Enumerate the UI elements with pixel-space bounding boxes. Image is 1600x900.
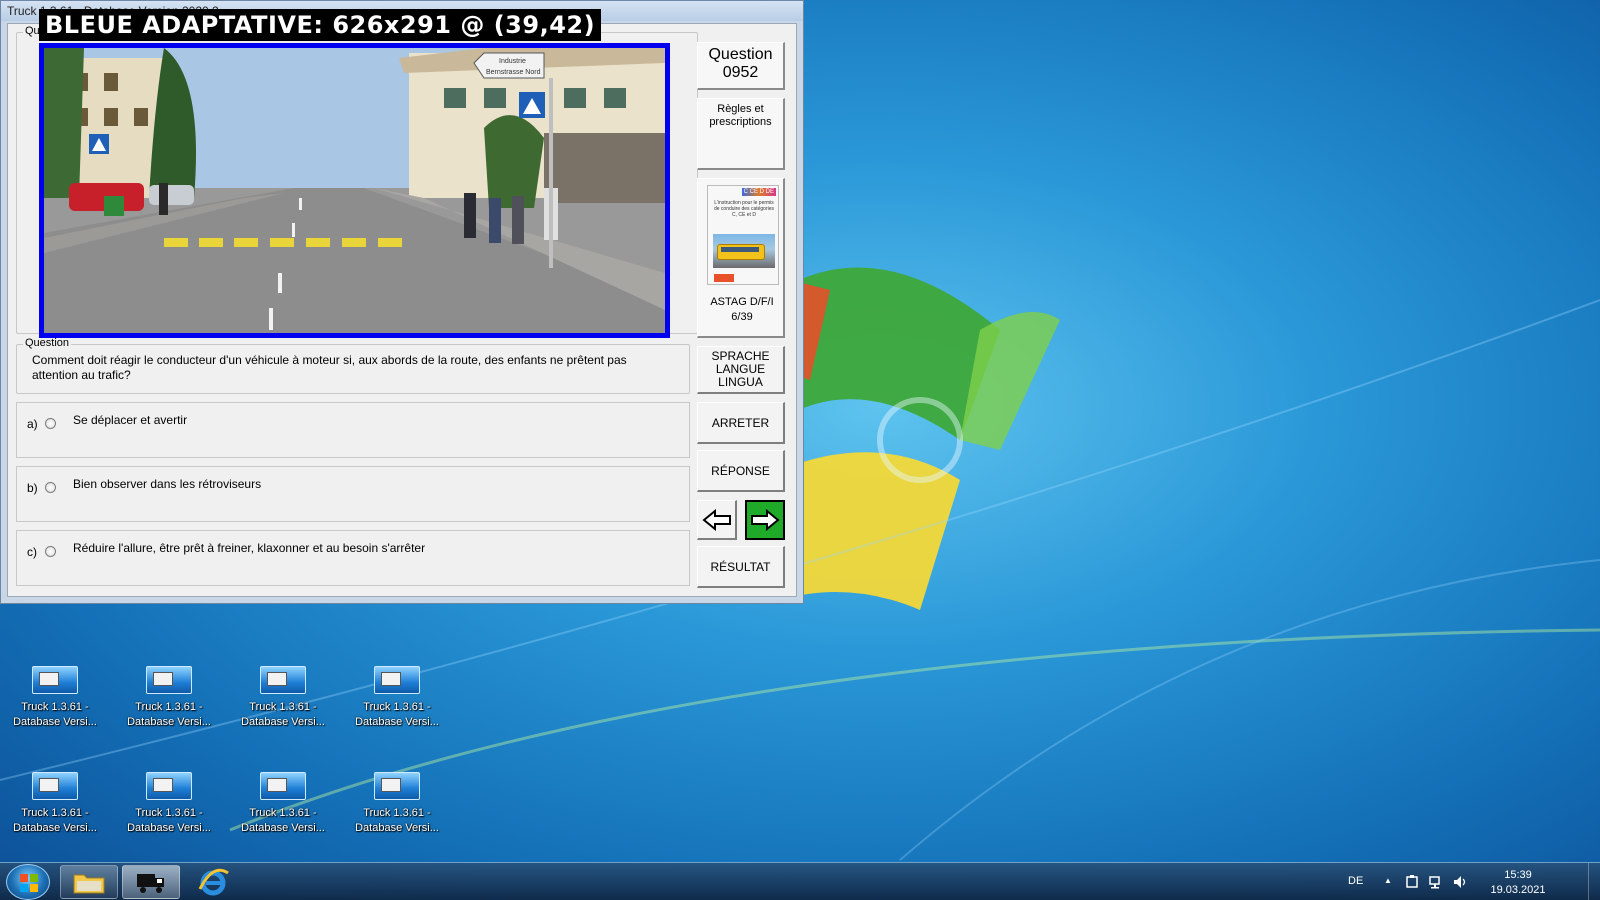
- answer-button[interactable]: RÉPONSE: [697, 450, 785, 492]
- desktop-icon-label-line1: Truck 1.3.61 -: [21, 701, 89, 713]
- truck-app-window: Truck 1.3.61 - Database Version 2020.2 B…: [0, 0, 804, 604]
- system-tray: DE ▲ 15:39 19.03.2021: [1330, 863, 1600, 900]
- desktop-icon-label-line1: Truck 1.3.61 -: [135, 701, 203, 713]
- desktop-icon-truck-database[interactable]: Truck 1.3.61 - Database Versi...: [342, 666, 452, 730]
- truck-app-shortcut-icon: [260, 772, 306, 800]
- language-button[interactable]: SPRACHE LANGUE LINGUA: [697, 346, 785, 394]
- truck-app-shortcut-icon: [146, 772, 192, 800]
- adaptive-overlay-label: BLEUE ADAPTATIVE: 626x291 @ (39,42): [39, 9, 602, 41]
- answer-a-radio[interactable]: [45, 418, 56, 429]
- clock-time: 15:39: [1504, 869, 1532, 881]
- desktop-icon-truck-database[interactable]: Truck 1.3.61 - Database Versi...: [0, 772, 110, 836]
- internet-explorer-icon: [198, 868, 229, 896]
- question-number: 0952: [722, 64, 759, 81]
- desktop-icon-truck-database[interactable]: Truck 1.3.61 - Database Versi...: [228, 666, 338, 730]
- truck-app-shortcut-icon: [32, 772, 78, 800]
- result-button[interactable]: RÉSULTAT: [697, 546, 785, 588]
- desktop-icon-label-line2: Database Versi...: [355, 716, 439, 728]
- arrow-right-icon: [751, 509, 780, 531]
- question-number-label: Question: [708, 46, 773, 63]
- answer-text: Se déplacer et avertir: [73, 413, 188, 427]
- language-label-it: LINGUA: [718, 375, 763, 389]
- truck-app-shortcut-icon: [374, 772, 420, 800]
- desktop-icon-label-line1: Truck 1.3.61 -: [21, 807, 89, 819]
- device-icon[interactable]: [1404, 874, 1420, 890]
- desktop-icon-label-line2: Database Versi...: [13, 822, 97, 834]
- clock[interactable]: 15:39 19.03.2021: [1478, 868, 1558, 898]
- network-icon[interactable]: [1428, 874, 1444, 890]
- publisher-logo: [714, 274, 734, 282]
- truck-app-shortcut-icon: [374, 666, 420, 694]
- desktop-icon-label-line2: Database Versi...: [127, 716, 211, 728]
- previous-button[interactable]: [697, 500, 737, 540]
- street-sign-line1: Industrie: [499, 58, 526, 65]
- clock-date: 19.03.2021: [1490, 884, 1546, 896]
- desktop-icon-label-line2: Database Versi...: [241, 716, 325, 728]
- book-cover-text: L'instruction pour le permis de conduire…: [713, 200, 775, 218]
- folder-icon: [73, 874, 105, 894]
- desktop-icon-label-line2: Database Versi...: [127, 822, 211, 834]
- book-cover-categories: C CE D DE: [741, 188, 776, 196]
- question-photo: Industrie Bernstrasse Nord: [39, 43, 670, 338]
- input-language[interactable]: DE: [1348, 875, 1363, 887]
- answer-letter: a): [27, 417, 38, 431]
- desktop-icon-truck-database[interactable]: Truck 1.3.61 - Database Versi...: [0, 666, 110, 730]
- answer-b[interactable]: b) Bien observer dans les rétroviseurs: [16, 466, 690, 522]
- answer-text: Réduire l'allure, être prêt à freiner, k…: [73, 541, 426, 555]
- street-scene-image: Industrie Bernstrasse Nord: [44, 48, 665, 333]
- answer-c-radio[interactable]: [45, 546, 56, 557]
- category-label: Règles et prescriptions: [709, 103, 772, 128]
- street-sign-line2: Bernstrasse Nord: [486, 69, 541, 76]
- answer-a[interactable]: a) Se déplacer et avertir: [16, 402, 690, 458]
- desktop-icon-truck-database[interactable]: Truck 1.3.61 - Database Versi...: [114, 772, 224, 836]
- truck-app-shortcut-icon: [32, 666, 78, 694]
- truck-app-shortcut-icon: [146, 666, 192, 694]
- desktop-icon-label-line1: Truck 1.3.61 -: [249, 701, 317, 713]
- show-hidden-icons[interactable]: ▲: [1384, 876, 1392, 885]
- desktop-icon-truck-database[interactable]: Truck 1.3.61 - Database Versi...: [114, 666, 224, 730]
- bus-image: [713, 234, 775, 268]
- category-box: Règles et prescriptions: [697, 98, 785, 170]
- question-text-caption: Question: [23, 337, 72, 349]
- answer-letter: c): [27, 545, 37, 559]
- start-button[interactable]: [6, 864, 50, 900]
- answer-b-radio[interactable]: [45, 482, 56, 493]
- desktop-icon-label-line1: Truck 1.3.61 -: [363, 701, 431, 713]
- answer-c[interactable]: c) Réduire l'allure, être prêt à freiner…: [16, 530, 690, 586]
- question-number-box: Question 0952: [697, 42, 785, 90]
- taskbar-truck-app[interactable]: [122, 865, 180, 899]
- desktop-icon-label-line2: Database Versi...: [241, 822, 325, 834]
- answer-text: Bien observer dans les rétroviseurs: [73, 477, 262, 491]
- book-cover: C CE D DE L'instruction pour le permis d…: [707, 185, 779, 285]
- taskbar-internet-explorer[interactable]: [184, 865, 242, 899]
- desktop-icon-label-line1: Truck 1.3.61 -: [363, 807, 431, 819]
- taskbar-explorer[interactable]: [60, 865, 118, 899]
- next-button[interactable]: [745, 500, 785, 540]
- show-desktop-button[interactable]: [1588, 863, 1600, 900]
- taskbar: DE ▲ 15:39 19.03.2021: [0, 862, 1600, 900]
- truck-app-shortcut-icon: [260, 666, 306, 694]
- desktop-icon-label-line1: Truck 1.3.61 -: [249, 807, 317, 819]
- windows-logo-icon: [20, 874, 38, 892]
- desktop-icon-truck-database[interactable]: Truck 1.3.61 - Database Versi...: [228, 772, 338, 836]
- desktop-icon-truck-database[interactable]: Truck 1.3.61 - Database Versi...: [342, 772, 452, 836]
- desktop-icon-label-line2: Database Versi...: [13, 716, 97, 728]
- answer-letter: b): [27, 481, 38, 495]
- question-text: Comment doit réagir le conducteur d'un v…: [32, 353, 627, 382]
- arrow-left-icon: [701, 508, 731, 531]
- truck-icon: [137, 874, 164, 893]
- book-box: C CE D DE L'instruction pour le permis d…: [697, 178, 785, 338]
- volume-icon[interactable]: [1452, 874, 1468, 890]
- question-text-group: Question Comment doit réagir le conducte…: [16, 337, 690, 394]
- desktop-icon-label-line2: Database Versi...: [355, 822, 439, 834]
- book-caption: ASTAG D/F/I 6/39: [710, 296, 774, 323]
- desktop-icon-label-line1: Truck 1.3.61 -: [135, 807, 203, 819]
- stop-button[interactable]: ARRETER: [697, 402, 785, 444]
